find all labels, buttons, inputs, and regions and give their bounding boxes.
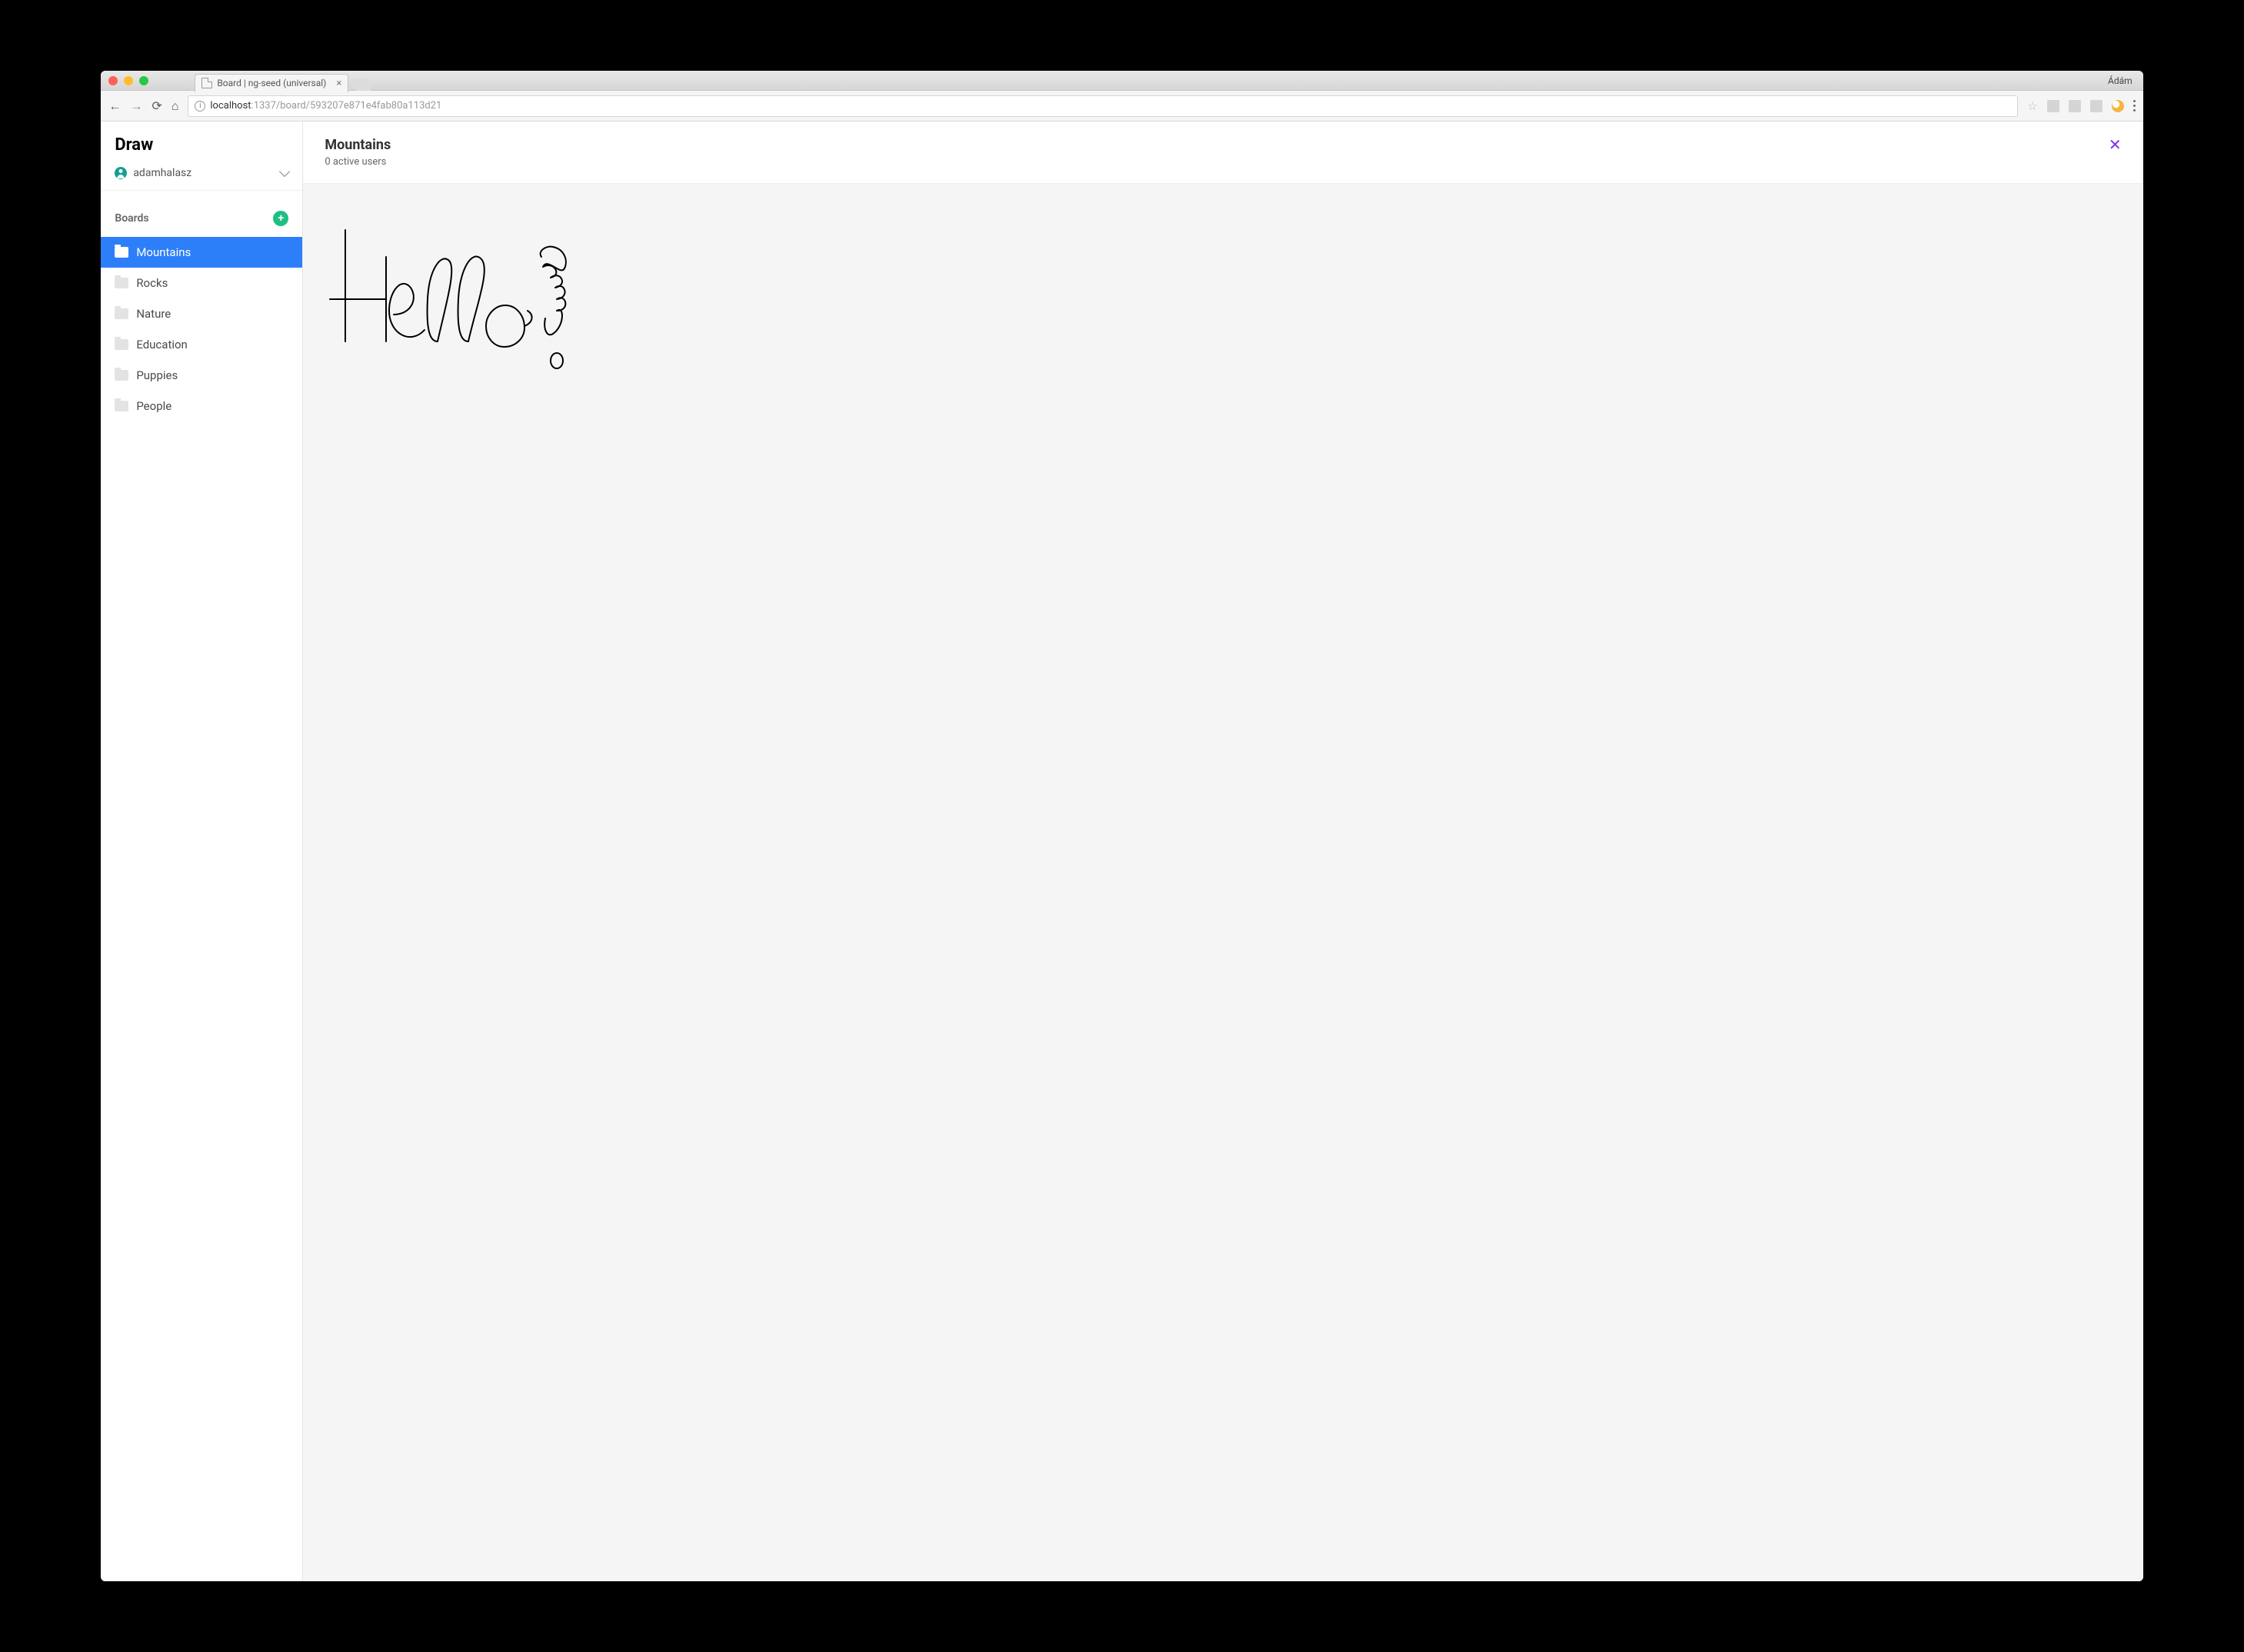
board-title: Mountains — [325, 137, 391, 153]
browser-tab[interactable]: Board | ng-seed (universal) × — [195, 74, 348, 92]
board-item-label: Puppies — [136, 368, 178, 382]
handwriting-hello — [303, 184, 626, 415]
bookmark-star-icon[interactable]: ☆ — [2027, 99, 2037, 113]
app-root: Draw adamhalasz Boards + Mountains Rocks N… — [101, 122, 2142, 1580]
board-item-label: Nature — [136, 307, 171, 321]
zoom-window-button[interactable] — [139, 76, 148, 85]
folder-icon — [115, 370, 128, 381]
site-info-icon[interactable]: i — [195, 101, 205, 112]
extension-icon-1[interactable] — [2047, 100, 2059, 112]
browser-profile-name[interactable]: Ádám — [2108, 75, 2136, 86]
close-board-button[interactable]: ✕ — [2109, 137, 2122, 152]
browser-window: Board | ng-seed (universal) × Ádám ← → ⟳… — [101, 71, 2142, 1580]
username: adamhalasz — [133, 167, 191, 179]
folder-icon — [115, 308, 128, 319]
boards-section-header: Boards + — [101, 191, 302, 237]
sidebar-item-board[interactable]: Nature — [101, 298, 302, 329]
sidebar-item-board[interactable]: Education — [101, 329, 302, 360]
browser-menu-button[interactable] — [2133, 100, 2136, 112]
reload-button[interactable]: ⟳ — [151, 98, 161, 113]
extension-icon-4[interactable] — [2112, 100, 2124, 112]
window-titlebar: Board | ng-seed (universal) × Ádám — [101, 71, 2142, 91]
add-board-button[interactable]: + — [273, 211, 288, 226]
traffic-lights — [108, 76, 148, 85]
avatar-icon — [115, 167, 127, 179]
page-icon — [201, 78, 212, 88]
drawing-canvas[interactable] — [303, 184, 2142, 1580]
home-button[interactable]: ⌂ — [171, 98, 179, 114]
sidebar-item-board[interactable]: Mountains — [101, 237, 302, 268]
url-path: :1337/board/593207e871e4fab80a113d21 — [251, 100, 442, 112]
close-tab-button[interactable]: × — [336, 78, 341, 89]
address-bar[interactable]: i localhost:1337/board/593207e871e4fab80… — [188, 95, 2018, 117]
board-subtitle: 0 active users — [325, 156, 391, 168]
folder-icon — [115, 339, 128, 350]
close-window-button[interactable] — [108, 76, 118, 85]
sidebar-item-board[interactable]: Puppies — [101, 360, 302, 391]
back-button[interactable]: ← — [108, 98, 121, 114]
sidebar-item-board[interactable]: People — [101, 391, 302, 421]
browser-toolbar: ← → ⟳ ⌂ i localhost:1337/board/593207e87… — [101, 91, 2142, 122]
board-item-label: People — [136, 399, 171, 413]
tab-title: Board | ng-seed (universal) — [217, 78, 326, 88]
chevron-down-icon — [279, 166, 290, 177]
app-title: Draw — [101, 122, 302, 162]
toolbar-actions: ☆ — [2027, 99, 2135, 113]
board-item-label: Education — [136, 338, 188, 351]
url-host: localhost — [210, 100, 251, 112]
new-tab-button[interactable] — [351, 78, 372, 91]
board-header: Mountains 0 active users ✕ — [303, 122, 2142, 184]
folder-icon — [115, 401, 128, 411]
sidebar-item-board[interactable]: Rocks — [101, 268, 302, 298]
board-list: Mountains Rocks Nature Education Puppies Peop… — [101, 237, 302, 421]
user-menu[interactable]: adamhalasz — [101, 162, 302, 191]
board-item-label: Mountains — [136, 245, 191, 259]
main-area: Mountains 0 active users ✕ — [303, 122, 2142, 1580]
extension-icon-2[interactable] — [2069, 100, 2081, 112]
sidebar: Draw adamhalasz Boards + Mountains Rocks N… — [101, 122, 303, 1580]
boards-label: Boards — [115, 212, 148, 225]
forward-button[interactable]: → — [130, 98, 142, 114]
extension-icon-3[interactable] — [2090, 100, 2103, 112]
folder-icon — [115, 247, 128, 258]
folder-icon — [115, 278, 128, 288]
board-item-label: Rocks — [136, 276, 168, 290]
minimize-window-button[interactable] — [124, 76, 133, 85]
